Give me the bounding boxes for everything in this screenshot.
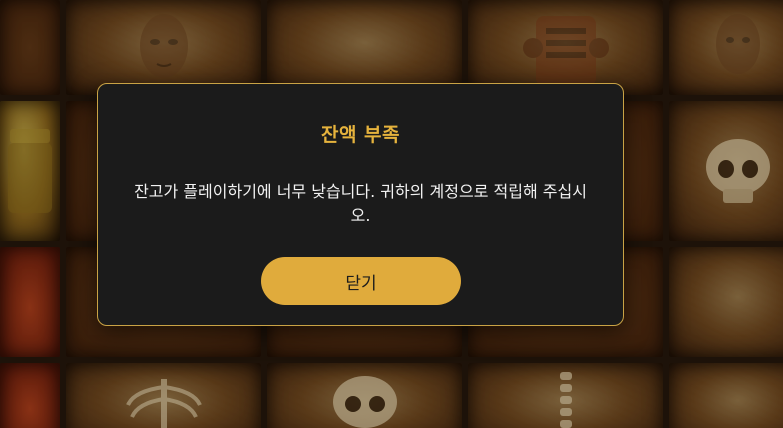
close-button[interactable]: 닫기 bbox=[261, 257, 461, 305]
dialog-message: 잔고가 플레이하기에 너무 낮습니다. 귀하의 계정으로 적립해 주십시오. bbox=[134, 182, 587, 225]
dialog-title: 잔액 부족 bbox=[320, 124, 401, 146]
insufficient-balance-dialog: 잔액 부족 잔고가 플레이하기에 너무 낮습니다. 귀하의 계정으로 적립해 주… bbox=[97, 83, 624, 326]
game-screen: 잔액 부족 잔고가 플레이하기에 너무 낮습니다. 귀하의 계정으로 적립해 주… bbox=[0, 0, 783, 428]
